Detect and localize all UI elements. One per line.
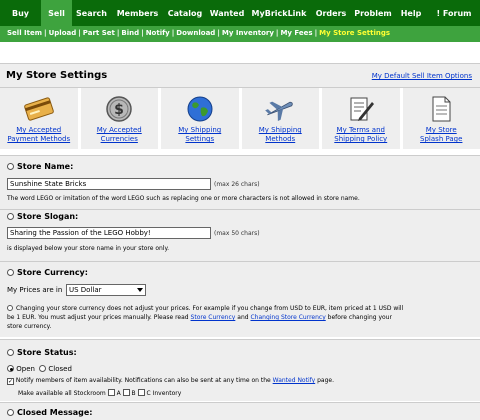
tile-label-line2: Payment Methods <box>7 135 71 143</box>
nav-orders[interactable]: Orders <box>310 0 352 26</box>
closed-message-label: Closed Message: <box>17 408 93 417</box>
store-name-limit: (max 26 chars) <box>214 181 260 188</box>
tile-terms-shipping-policy[interactable]: My Terms and Shipping Policy <box>322 88 400 149</box>
subnav-my-inventory[interactable]: My Inventory <box>222 29 274 37</box>
status-radio-group: Open Closed <box>7 365 72 373</box>
store-currency-link[interactable]: Store Currency <box>191 314 236 321</box>
tile-label-line1: My Terms and <box>336 126 385 134</box>
store-slogan-label: Store Slogan: <box>17 212 79 221</box>
tile-label-line1: My Shipping <box>258 126 302 134</box>
nav-catalog[interactable]: Catalog <box>164 0 206 26</box>
splash-page-icon <box>432 96 451 122</box>
nav-mybricklink[interactable]: MyBrickLink <box>248 0 310 26</box>
nav-buy[interactable]: Buy <box>0 0 41 26</box>
page-header: My Store Settings My Default Sell Item O… <box>0 63 480 88</box>
airplane-icon <box>265 101 294 122</box>
currency-note-line2: be 1 EUR. You must adjust your prices ma… <box>7 314 392 321</box>
store-name-note: The word LEGO or imitation of the word L… <box>7 195 360 202</box>
tile-label-line2: Methods <box>265 135 296 143</box>
closed-radio[interactable] <box>39 365 47 372</box>
tile-label-line1: My Accepted <box>16 126 62 134</box>
closed-label: Closed <box>48 365 72 373</box>
tile-label-line2: Settings <box>185 135 215 143</box>
store-slogan-section: Store Slogan: Sharing the Passion of the… <box>0 209 480 261</box>
subnav-bind[interactable]: Bind <box>121 29 139 37</box>
nav-search[interactable]: Search <box>72 0 111 26</box>
tile-label-line1: My Store <box>425 126 457 134</box>
currency-note-line3: store currency. <box>7 323 52 330</box>
payment-card-icon <box>23 97 54 121</box>
currency-select[interactable]: US Dollar <box>66 284 146 296</box>
store-name-input[interactable]: Sunshine State Bricks <box>7 178 211 190</box>
bullet-icon <box>7 269 14 276</box>
nav-members[interactable]: Members <box>111 0 164 26</box>
subnav-my-fees[interactable]: My Fees <box>280 29 312 37</box>
currency-coin-icon: $ <box>106 96 132 122</box>
subnav-download[interactable]: Download <box>176 29 215 37</box>
closed-message-section: Closed Message: <box>0 402 480 420</box>
open-radio[interactable] <box>7 365 14 372</box>
default-sell-item-options-link[interactable]: My Default Sell Item Options <box>372 72 472 80</box>
policy-document-icon <box>350 97 374 121</box>
settings-icon-row: My Accepted Payment Methods $ My Accepte… <box>0 88 480 149</box>
stockroom-a-checkbox[interactable] <box>107 389 115 396</box>
open-label: Open <box>16 365 35 373</box>
top-nav: Buy Sell Search Members Catalog Wanted M… <box>0 0 480 26</box>
wanted-notify-link[interactable]: Wanted Notify <box>273 377 316 384</box>
bullet-icon <box>7 213 14 220</box>
page-title: My Store Settings <box>6 70 108 81</box>
globe-icon <box>187 96 213 122</box>
notify-checkbox[interactable]: ✓ <box>7 378 14 385</box>
tile-store-splash-page[interactable]: My Store Splash Page <box>402 88 480 149</box>
bullet-icon <box>7 163 14 170</box>
notify-row: ✓ Notify members of item availability. N… <box>7 377 335 385</box>
subnav-my-store-settings[interactable]: My Store Settings <box>319 29 390 37</box>
subnav-sell-item[interactable]: Sell Item <box>7 29 42 37</box>
bullet-icon <box>7 349 14 356</box>
currency-select-value: US Dollar <box>69 286 102 294</box>
stockroom-row: Make available all Stockroom A B C Inven… <box>18 389 182 397</box>
subnav-notify[interactable]: Notify <box>146 29 170 37</box>
store-name-section: Store Name: Sunshine State Bricks (max 2… <box>0 155 480 209</box>
tile-shipping-settings[interactable]: My Shipping Settings <box>161 88 239 149</box>
chevron-down-icon <box>137 288 143 292</box>
tile-shipping-methods[interactable]: My Shipping Methods <box>241 88 319 149</box>
tile-currencies[interactable]: $ My Accepted Currencies <box>80 88 158 149</box>
prices-in-label: My Prices are in <box>7 286 63 294</box>
tile-label-line2: Currencies <box>100 135 138 143</box>
tile-label-line2: Splash Page <box>420 135 463 143</box>
changing-store-currency-link[interactable]: Changing Store Currency <box>250 314 325 321</box>
store-currency-label: Store Currency: <box>17 268 88 277</box>
nav-problem[interactable]: Problem <box>352 0 394 26</box>
store-slogan-input[interactable]: Sharing the Passion of the LEGO Hobby! <box>7 227 211 239</box>
nav-help[interactable]: Help <box>394 0 428 26</box>
tile-payment-methods[interactable]: My Accepted Payment Methods <box>0 88 78 149</box>
subnav-part-set[interactable]: Part Set <box>83 29 115 37</box>
store-slogan-note: is displayed below your store name in yo… <box>7 245 170 252</box>
sub-nav: Sell Item | Upload | Part Set | Bind | Notify | Do… <box>0 26 480 42</box>
store-status-section: Store Status: Open Closed ✓ Notify membe… <box>0 339 480 401</box>
tile-label-line2: Shipping Policy <box>334 135 388 143</box>
store-status-label: Store Status: <box>17 348 77 357</box>
nav-forum[interactable]: ! Forum <box>428 0 480 26</box>
stockroom-b-checkbox[interactable] <box>122 389 130 396</box>
tile-label-line1: My Shipping <box>178 126 222 134</box>
svg-text:$: $ <box>114 102 124 118</box>
store-slogan-limit: (max 50 chars) <box>214 230 260 237</box>
store-name-label: Store Name: <box>17 162 74 171</box>
nav-sell[interactable]: Sell <box>41 0 72 26</box>
bullet-icon <box>7 409 14 416</box>
currency-note-line1: Changing your store currency does not ad… <box>7 305 403 312</box>
nav-wanted[interactable]: Wanted <box>206 0 248 26</box>
info-icon <box>7 305 13 311</box>
tile-label-line1: My Accepted <box>96 126 142 134</box>
subnav-upload[interactable]: Upload <box>49 29 77 37</box>
stockroom-c-checkbox[interactable] <box>137 389 145 396</box>
store-currency-section: Store Currency: My Prices are in US Doll… <box>0 261 480 337</box>
